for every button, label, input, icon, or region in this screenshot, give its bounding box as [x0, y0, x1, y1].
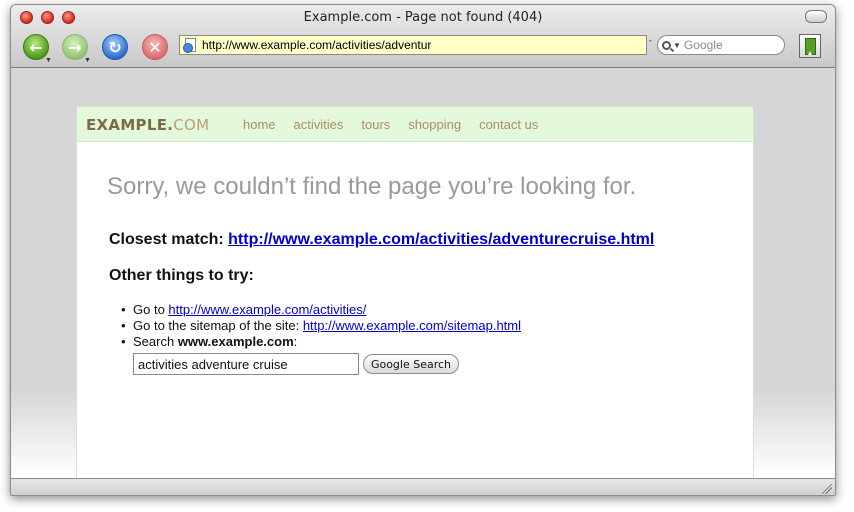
back-history-caret-icon[interactable]: ▼	[45, 57, 52, 64]
bookmark-button[interactable]	[799, 34, 821, 58]
site-search-input[interactable]	[133, 353, 359, 375]
stop-button[interactable]: ✕	[142, 34, 168, 60]
address-bar[interactable]: http://www.example.com/activities/advent…	[179, 35, 647, 55]
browser-window: Example.com - Page not found (404) ← ▼ →…	[10, 4, 836, 496]
suggestions-list: Go to http://www.example.com/activities/…	[121, 302, 521, 350]
title-bar: Example.com - Page not found (404) ← ▼ →…	[11, 5, 835, 68]
reload-icon: ↻	[108, 37, 122, 57]
search-placeholder[interactable]: Google	[684, 38, 723, 52]
site-logo[interactable]: EXAMPLE.COM	[86, 116, 209, 134]
logo-main: EXAMPLE.	[86, 116, 174, 134]
resize-grip-icon[interactable]	[822, 484, 832, 494]
search-dropdown-icon[interactable]: ▼	[673, 41, 681, 50]
forward-icon: →	[68, 37, 82, 57]
list-item: Search www.example.com:	[121, 334, 521, 350]
status-bar	[11, 478, 835, 495]
page-card: EXAMPLE.COM home activities tours shoppi…	[76, 106, 754, 479]
closest-match-link[interactable]: http://www.example.com/activities/advent…	[228, 231, 654, 248]
site-navigation: EXAMPLE.COM home activities tours shoppi…	[77, 107, 753, 142]
address-resize-icon[interactable]: ˆ	[649, 39, 652, 49]
back-icon: ←	[29, 37, 43, 57]
closest-match-label: Closest match:	[109, 231, 224, 248]
page-viewport: EXAMPLE.COM home activities tours shoppi…	[11, 68, 835, 479]
google-search-button[interactable]: Google Search	[363, 354, 459, 374]
toolbar-toggle-button[interactable]	[805, 10, 827, 23]
nav-shopping[interactable]: shopping	[408, 117, 461, 132]
suggestion-text: Search	[133, 334, 178, 349]
logo-suffix: COM	[173, 116, 210, 134]
closest-match: Closest match: http://www.example.com/ac…	[109, 231, 654, 249]
search-icon[interactable]	[662, 40, 671, 50]
list-item: Go to the sitemap of the site: http://ww…	[121, 318, 521, 334]
other-things-heading: Other things to try:	[109, 267, 254, 284]
site-icon	[183, 38, 197, 53]
stop-icon: ✕	[148, 37, 162, 57]
suggestion-suffix: :	[293, 334, 298, 349]
bookmark-icon	[804, 37, 816, 55]
search-field[interactable]: ▼ Google	[657, 35, 785, 55]
nav-tours[interactable]: tours	[361, 117, 390, 132]
forward-history-caret-icon[interactable]: ▼	[84, 57, 91, 64]
sitemap-link[interactable]: http://www.example.com/sitemap.html	[303, 318, 521, 333]
nav-contact-us[interactable]: contact us	[479, 117, 538, 132]
error-heading: Sorry, we couldn’t find the page you’re …	[107, 173, 637, 200]
suggestion-text: Go to the sitemap of the site:	[133, 318, 303, 333]
address-text[interactable]: http://www.example.com/activities/advent…	[202, 38, 431, 52]
reload-button[interactable]: ↻	[102, 34, 128, 60]
nav-home[interactable]: home	[243, 117, 276, 132]
nav-activities[interactable]: activities	[294, 117, 344, 132]
window-title: Example.com - Page not found (404)	[303, 10, 543, 25]
activities-link[interactable]: http://www.example.com/activities/	[168, 302, 366, 317]
search-site-name: www.example.com	[177, 334, 294, 349]
suggestion-text: Go to	[133, 302, 169, 317]
list-item: Go to http://www.example.com/activities/	[121, 302, 521, 318]
